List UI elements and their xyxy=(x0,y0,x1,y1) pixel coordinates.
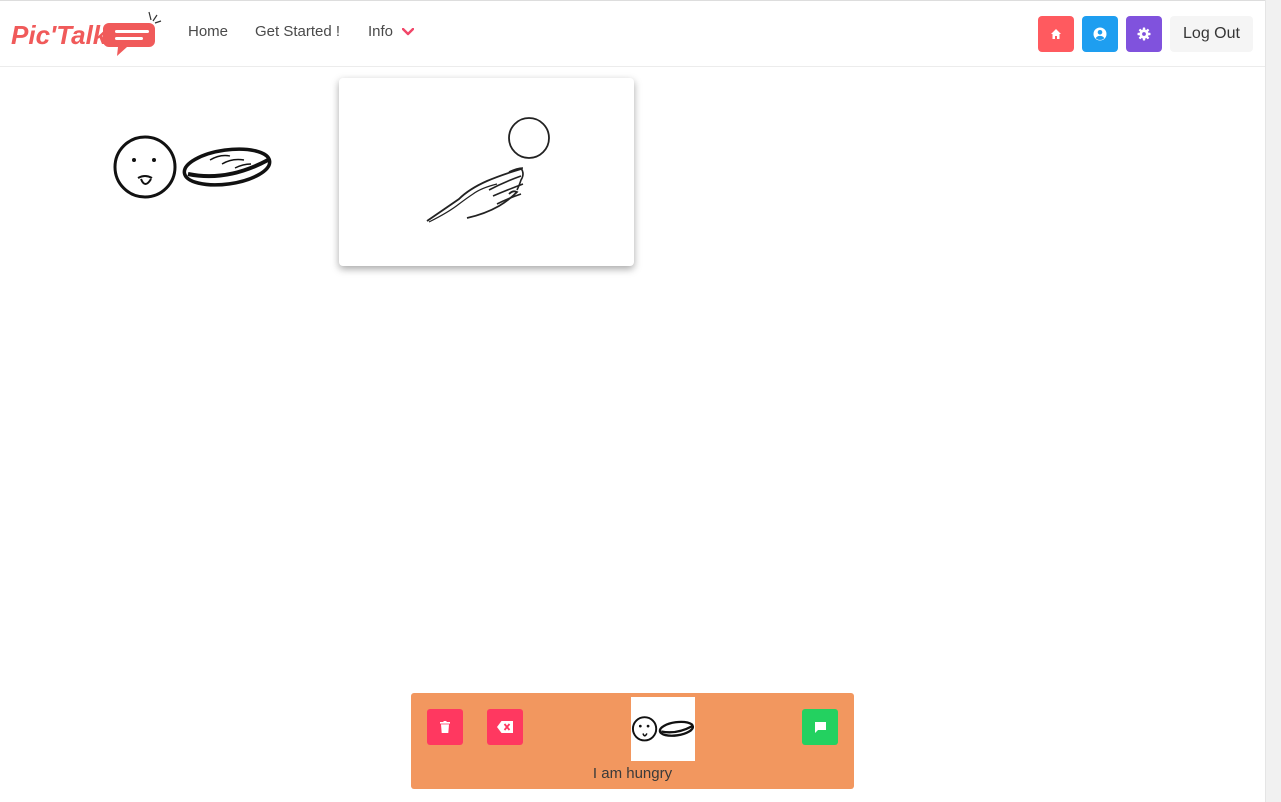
vertical-scrollbar[interactable] xyxy=(1265,0,1281,802)
gear-icon xyxy=(1137,27,1151,41)
home-button[interactable] xyxy=(1038,16,1074,52)
nav-home-link[interactable]: Home xyxy=(188,23,228,40)
face-and-bread-pictogram xyxy=(113,135,272,199)
nav-info-label: Info xyxy=(368,23,394,40)
pictalk-page: Pic'Talk Home Get Started ! Info Log Out… xyxy=(0,0,1281,802)
nav-info-dropdown[interactable]: Info xyxy=(368,23,415,40)
nav-get-started-link[interactable]: Get Started ! xyxy=(255,23,340,40)
sentence-pictogram-hungry[interactable] xyxy=(631,697,695,761)
sentence-text: I am hungry xyxy=(592,765,673,782)
profile-button[interactable] xyxy=(1082,16,1118,52)
pictogram-hungry[interactable] xyxy=(110,130,275,205)
clear-sentence-button[interactable] xyxy=(427,709,463,745)
hand-and-ball-pictogram xyxy=(426,117,550,223)
face-and-bread-pictogram xyxy=(631,716,695,742)
logout-button[interactable]: Log Out xyxy=(1170,16,1253,52)
trash-icon xyxy=(440,721,450,733)
backspace-button[interactable] xyxy=(487,709,523,745)
pictalk-logo[interactable]: Pic'Talk xyxy=(11,9,163,59)
sentence-bar: I am hungry xyxy=(411,693,854,789)
settings-button[interactable] xyxy=(1126,16,1162,52)
user-circle-icon xyxy=(1093,27,1107,41)
backspace-icon xyxy=(497,721,513,733)
svg-text:Pic'Talk: Pic'Talk xyxy=(11,20,109,50)
speak-button[interactable] xyxy=(802,709,838,745)
speech-bubble-icon xyxy=(814,721,826,733)
home-icon xyxy=(1051,29,1061,39)
chevron-down-icon xyxy=(402,27,415,35)
pictogram-card-give[interactable] xyxy=(339,78,634,266)
top-navbar: Pic'Talk Home Get Started ! Info Log Out xyxy=(0,0,1265,67)
